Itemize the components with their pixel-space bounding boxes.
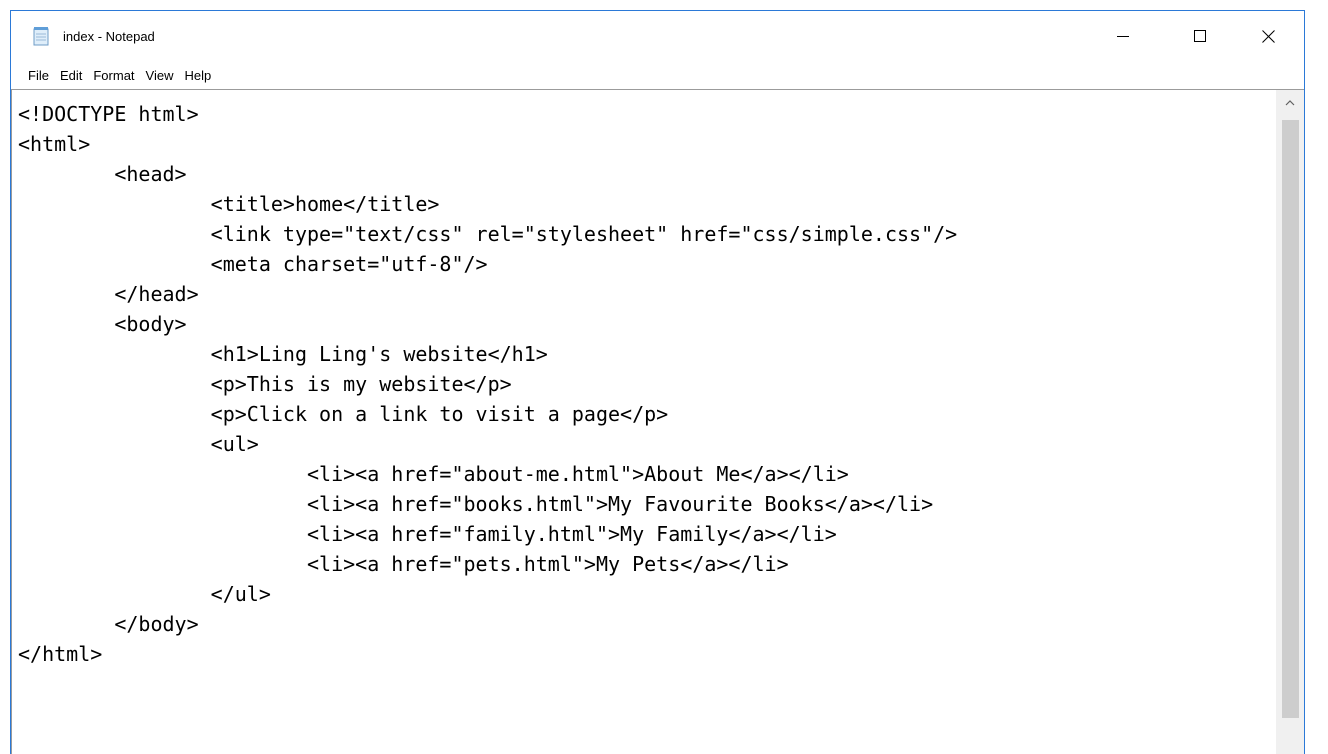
code-line: <li><a href="family.html">My Family</a><…	[18, 522, 837, 546]
menu-format[interactable]: Format	[93, 68, 134, 83]
code-line: <meta charset="utf-8"/>	[18, 252, 488, 276]
code-line: <title>home</title>	[18, 192, 440, 216]
code-line: </html>	[18, 642, 103, 666]
menu-bar: File Edit Format View Help	[11, 61, 1304, 89]
close-button[interactable]	[1245, 11, 1291, 61]
code-line: <li><a href="books.html">My Favourite Bo…	[18, 492, 934, 516]
scroll-up-button[interactable]	[1276, 90, 1304, 116]
menu-edit[interactable]: Edit	[60, 68, 82, 83]
code-line: <h1>Ling Ling's website</h1>	[18, 342, 548, 366]
menu-view[interactable]: View	[146, 68, 174, 83]
chevron-up-icon	[1285, 100, 1295, 106]
menu-file[interactable]: File	[28, 68, 49, 83]
close-icon	[1261, 29, 1275, 43]
code-line: <html>	[18, 132, 91, 156]
code-line: <head>	[18, 162, 187, 186]
notepad-icon	[33, 26, 49, 46]
window-title: index - Notepad	[63, 29, 155, 44]
code-line: <li><a href="pets.html">My Pets</a></li>	[18, 552, 789, 576]
code-line: </head>	[18, 282, 199, 306]
menu-help[interactable]: Help	[184, 68, 211, 83]
code-line: </ul>	[18, 582, 271, 606]
code-line: <body>	[18, 312, 187, 336]
code-line: <ul>	[18, 432, 259, 456]
scroll-thumb[interactable]	[1282, 120, 1299, 718]
code-line: <li><a href="about-me.html">About Me</a>…	[18, 462, 849, 486]
text-editor[interactable]: <!DOCTYPE html> <html> <head> <title>home…	[12, 90, 1274, 754]
minimize-icon	[1117, 36, 1129, 37]
editor-frame: <!DOCTYPE html> <html> <head> <title>home…	[11, 89, 1304, 754]
code-line: <!DOCTYPE html>	[18, 102, 199, 126]
maximize-button[interactable]	[1177, 11, 1223, 61]
code-line: <p>Click on a link to visit a page</p>	[18, 402, 669, 426]
minimize-button[interactable]	[1100, 11, 1146, 61]
vertical-scrollbar[interactable]	[1276, 90, 1304, 754]
code-line: <p>This is my website</p>	[18, 372, 512, 396]
code-line: </body>	[18, 612, 199, 636]
title-bar[interactable]: index - Notepad	[11, 11, 1304, 61]
notepad-window: index - Notepad File Edit Format View He…	[10, 10, 1305, 754]
maximize-icon	[1194, 30, 1206, 42]
code-line: <link type="text/css" rel="stylesheet" h…	[18, 222, 958, 246]
